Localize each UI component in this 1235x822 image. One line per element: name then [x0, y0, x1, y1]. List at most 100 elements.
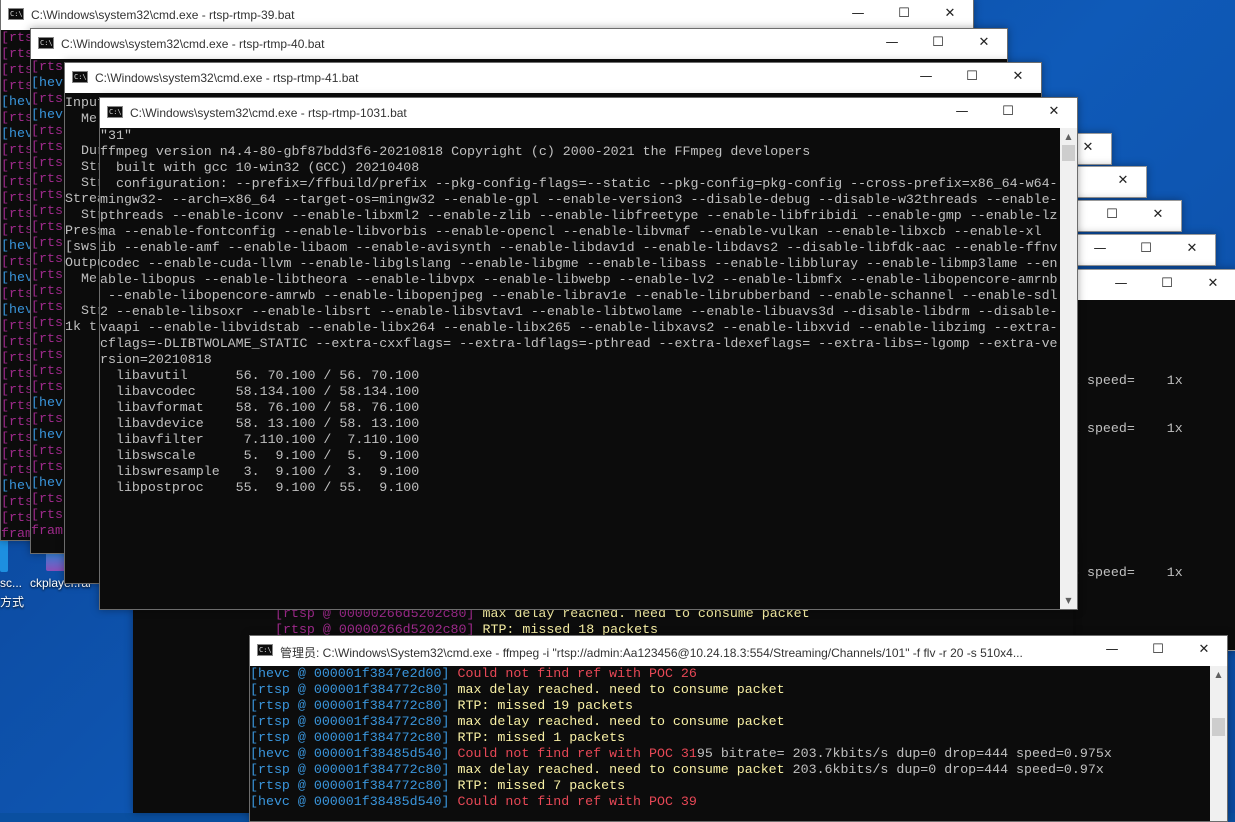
close-button[interactable]: ✕ [1190, 270, 1235, 300]
log-tag: [hevc @ 000001f38485d540] [250, 746, 450, 761]
console-line: libavformat 58. 76.100 / 58. 76.100 [100, 400, 420, 415]
title-bar[interactable]: C:\ C:\Windows\system32\cmd.exe - rtsp-r… [31, 29, 1007, 59]
console-line: codec --enable-cuda-llvm --enable-libgls… [100, 256, 1058, 271]
cmd-app-icon: C:\ [257, 644, 273, 656]
console-line: [rtsp @ 000001f384772c80] max delay reac… [250, 714, 1210, 730]
window-title: C:\Windows\system32\cmd.exe - rtsp-rtmp-… [95, 71, 359, 85]
log-message: Could not find ref with POC 26 [457, 666, 697, 681]
scrollbar-thumb[interactable] [1062, 145, 1075, 161]
desktop-shortcut-label[interactable]: sc... [0, 576, 22, 590]
cmd-window-1031[interactable]: C:\ C:\Windows\system32\cmd.exe - rtsp-r… [99, 97, 1078, 610]
log-message: max delay reached. need to consume packe… [457, 682, 785, 697]
console-line: libswscale 5. 9.100 / 5. 9.100 [100, 448, 420, 463]
console-line: 2 --enable-libsoxr --enable-libsrt --ena… [100, 304, 1058, 319]
log-tail: 203.6kbits/s dup=0 drop=444 speed=0.97x [784, 762, 1104, 777]
console-line: [rtsp @ 000001f384772c80] RTP: missed 1 … [250, 730, 1210, 746]
scrollbar-thumb[interactable] [1212, 718, 1225, 736]
log-message: Could not find ref with POC 31 [457, 746, 697, 761]
title-bar[interactable]: C:\ C:\Windows\system32\cmd.exe - rtsp-r… [65, 63, 1041, 93]
console-line: configuration: --prefix=/ffbuild/prefix … [100, 176, 1058, 191]
minimize-button[interactable]: — [1077, 235, 1123, 265]
maximize-button[interactable]: ☐ [1135, 636, 1181, 666]
close-button[interactable]: ✕ [1169, 235, 1215, 265]
log-tag: [rtsp @ 000001f384772c80] [250, 730, 450, 745]
log-message: max delay reached. need to consume packe… [457, 714, 785, 729]
console-line: cflags=-DLIBTWOLAME_STATIC --extra-cxxfl… [100, 336, 1058, 351]
window-title: C:\Windows\system32\cmd.exe - rtsp-rtmp-… [61, 37, 325, 51]
title-bar[interactable]: C:\ 管理员: C:\Windows\System32\cmd.exe - f… [250, 636, 1227, 666]
console-line: mingw32- --arch=x86_64 --target-os=mingw… [100, 192, 1058, 207]
speed-line: 2 speed= 1x [1071, 373, 1183, 388]
vertical-scrollbar[interactable]: ▲ [1210, 666, 1227, 821]
console-line: [rtsp @ 000001f384772c80] RTP: missed 7 … [250, 778, 1210, 794]
log-tag: [hevc @ 000001f38485d540] [250, 794, 450, 809]
close-button[interactable]: ✕ [961, 29, 1007, 59]
log-tag: [hevc @ 000001f3847e2d00] [250, 666, 450, 681]
scroll-down-arrow-icon[interactable]: ▼ [1060, 592, 1077, 609]
console-line: [rtsp @ 000001f384772c80] max delay reac… [250, 762, 1210, 778]
minimize-button[interactable]: — [903, 63, 949, 93]
log-tag: [rtsp @ 000001f384772c80] [250, 778, 450, 793]
console-line: --enable-libopencore-amrwb --enable-libo… [100, 288, 1058, 303]
console-line: [hevc @ 000001f38485d540] Could not find… [250, 794, 1210, 810]
close-button[interactable]: ✕ [927, 0, 973, 30]
console-line: pthreads --enable-iconv --enable-libxml2… [100, 208, 1058, 223]
console-line: libpostproc 55. 9.100 / 55. 9.100 [100, 480, 420, 495]
console-line: ffmpeg version n4.4-80-gbf87bdd3f6-20210… [100, 144, 811, 159]
console-output: [hevc @ 000001f3847e2d00] Could not find… [250, 666, 1210, 821]
log-tail: 95 bitrate= 203.7kbits/s dup=0 drop=444 … [696, 746, 1112, 761]
minimize-button[interactable]: — [1098, 270, 1144, 300]
title-bar[interactable]: C:\ C:\Windows\system32\cmd.exe - rtsp-r… [100, 98, 1077, 128]
close-button[interactable]: ✕ [1031, 98, 1077, 128]
log-tag: [rtsp @ 000001f384772c80] [250, 698, 450, 713]
close-button[interactable]: ✕ [1181, 636, 1227, 666]
desktop-shortcut-label-2[interactable]: 方式 [0, 593, 24, 610]
console-line: rsion=20210818 [100, 352, 212, 367]
window-title: C:\Windows\system32\cmd.exe - rtsp-rtmp-… [31, 8, 295, 22]
window-title: C:\Windows\system32\cmd.exe - rtsp-rtmp-… [130, 106, 407, 120]
title-bar[interactable]: C:\ C:\Windows\system32\cmd.exe - rtsp-r… [1, 0, 973, 30]
cmd-app-icon: C:\ [107, 106, 123, 118]
scroll-up-arrow-icon[interactable]: ▲ [1210, 666, 1227, 683]
maximize-button[interactable]: ☐ [1144, 270, 1190, 300]
minimize-button[interactable]: — [1089, 636, 1135, 666]
console-line: [rtsp @ 000001f384772c80] RTP: missed 19… [250, 698, 1210, 714]
close-button[interactable]: ✕ [1100, 167, 1146, 197]
log-message: RTP: missed 19 packets [457, 698, 634, 713]
scroll-up-arrow-icon[interactable]: ▲ [1060, 128, 1077, 145]
cmd-window-admin-ffmpeg[interactable]: C:\ 管理员: C:\Windows\System32\cmd.exe - f… [249, 635, 1228, 822]
log-tag: [rtsp @ 000001f384772c80] [250, 682, 450, 697]
maximize-button[interactable]: ☐ [949, 63, 995, 93]
minimize-button[interactable]: — [835, 0, 881, 30]
log-message: RTP: missed 7 packets [457, 778, 626, 793]
maximize-button[interactable]: ☐ [985, 98, 1031, 128]
console-line: [hevc @ 000001f38485d540] Could not find… [250, 746, 1210, 762]
maximize-button[interactable]: ☐ [1123, 235, 1169, 265]
cmd-app-icon: C:\ [72, 71, 88, 83]
console-line: vaapi --enable-libvidstab --enable-libx2… [100, 320, 1058, 335]
console-line: able-libopus --enable-libtheora --enable… [100, 272, 1058, 287]
vertical-scrollbar[interactable]: ▲ ▼ [1060, 128, 1077, 609]
maximize-button[interactable]: ☐ [1089, 201, 1135, 231]
log-message: max delay reached. need to consume packe… [457, 762, 785, 777]
desktop-shortcut-icon[interactable] [0, 538, 8, 572]
console-line: libswresample 3. 9.100 / 3. 9.100 [100, 464, 420, 479]
minimize-button[interactable]: — [939, 98, 985, 128]
close-button[interactable]: ✕ [1135, 201, 1181, 231]
console-line: libavutil 56. 70.100 / 56. 70.100 [100, 368, 420, 383]
console-line: [hevc @ 000001f3847e2d00] Could not find… [250, 666, 1210, 682]
console-line: libavcodec 58.134.100 / 58.134.100 [100, 384, 420, 399]
close-button[interactable]: ✕ [995, 63, 1041, 93]
speed-line: 6 speed= 1x [1071, 565, 1183, 580]
minimize-button[interactable]: — [869, 29, 915, 59]
cmd-app-icon: C:\ [38, 37, 54, 49]
console-line: [rtsp @ 000001f384772c80] max delay reac… [250, 682, 1210, 698]
console-line: built with gcc 10-win32 (GCC) 20210408 [100, 160, 420, 175]
maximize-button[interactable]: ☐ [881, 0, 927, 30]
console-line: libavfilter 7.110.100 / 7.110.100 [100, 432, 420, 447]
log-message: Could not find ref with POC 39 [457, 794, 697, 809]
maximize-button[interactable]: ☐ [915, 29, 961, 59]
console-line: ma --enable-fontconfig --enable-libvorbi… [100, 224, 1042, 239]
window-title: 管理员: C:\Windows\System32\cmd.exe - ffmpe… [280, 646, 1023, 660]
log-tag: [rtsp @ 000001f384772c80] [250, 714, 450, 729]
